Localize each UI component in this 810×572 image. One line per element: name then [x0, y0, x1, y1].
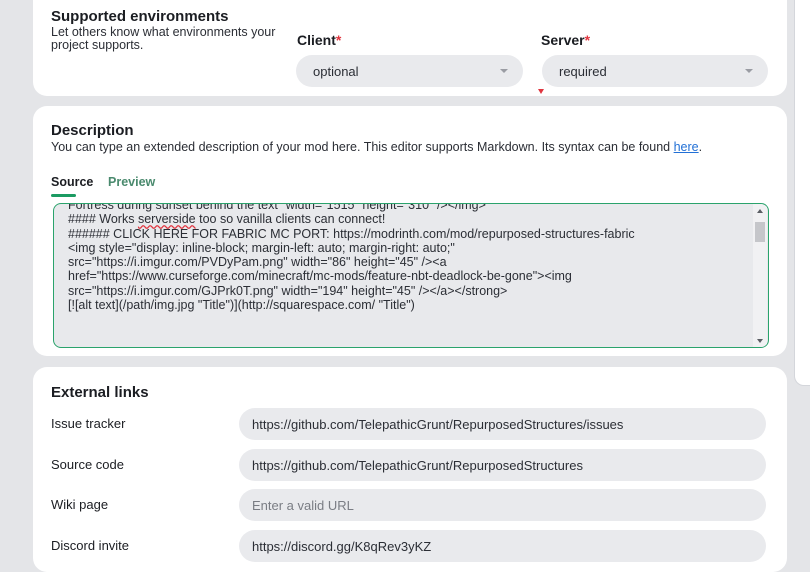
environments-title: Supported environments — [51, 8, 229, 25]
tab-preview[interactable]: Preview — [108, 175, 155, 189]
description-editor[interactable]: Fortress during sunset behind the text" … — [53, 203, 769, 348]
tab-source[interactable]: Source — [51, 175, 93, 197]
client-label: Client* — [297, 32, 342, 48]
source-code-label: Source code — [51, 457, 124, 472]
server-select[interactable]: required — [542, 55, 768, 87]
client-select-value: optional — [313, 64, 359, 79]
scroll-thumb[interactable] — [755, 222, 765, 242]
server-select-value: required — [559, 64, 607, 79]
server-label: Server* — [541, 32, 591, 48]
scroll-up-icon[interactable] — [757, 209, 763, 213]
issue-tracker-row: Issue tracker — [33, 408, 787, 440]
client-select[interactable]: optional — [296, 55, 523, 87]
editor-content[interactable]: Fortress during sunset behind the text" … — [68, 204, 744, 312]
editor-scrollbar[interactable] — [753, 204, 767, 347]
discord-invite-row: Discord invite — [33, 530, 787, 562]
discord-invite-label: Discord invite — [51, 538, 130, 553]
wiki-page-label: Wiki page — [51, 497, 109, 512]
chevron-down-icon — [500, 69, 508, 73]
environments-subtitle: Let others know what environments your p… — [51, 25, 276, 52]
description-card: Description You can type an extended des… — [33, 106, 787, 356]
supported-environments-card: Supported environments Let others know w… — [33, 0, 787, 96]
issue-tracker-input[interactable] — [239, 408, 766, 440]
spellcheck-word: serverside — [137, 212, 196, 227]
scroll-down-icon[interactable] — [757, 339, 763, 343]
tab-source-underline — [51, 194, 76, 197]
source-code-row: Source code — [33, 449, 787, 481]
error-indicator-icon — [538, 89, 544, 94]
chevron-down-icon — [745, 69, 753, 73]
wiki-page-row: Wiki page — [33, 489, 787, 521]
issue-tracker-label: Issue tracker — [51, 416, 126, 431]
side-panel — [794, 0, 810, 386]
external-links-card: External links Issue tracker Source code… — [33, 367, 787, 572]
wiki-page-input[interactable] — [239, 489, 766, 521]
description-title: Description — [51, 122, 134, 139]
markdown-help-link[interactable]: here — [674, 140, 699, 154]
description-subtitle: You can type an extended description of … — [51, 140, 703, 154]
discord-invite-input[interactable] — [239, 530, 766, 562]
external-links-title: External links — [51, 384, 149, 401]
source-code-input[interactable] — [239, 449, 766, 481]
